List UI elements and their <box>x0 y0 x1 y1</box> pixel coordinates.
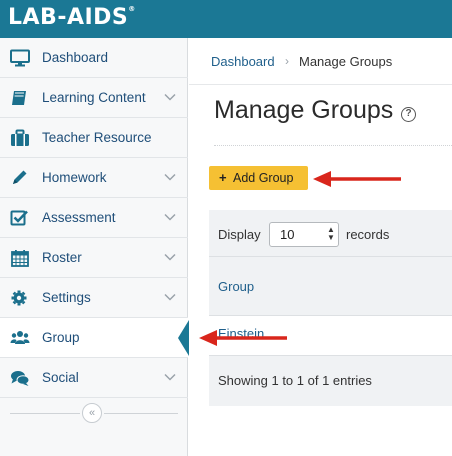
divider <box>214 145 452 146</box>
top-bar: LAB-AIDS® <box>0 0 452 38</box>
sidebar-item-label: Homework <box>42 170 107 185</box>
table-info: Showing 1 to 1 of 1 entries <box>218 373 372 388</box>
divider <box>104 413 178 414</box>
sidebar-item-group[interactable]: Group <box>0 318 188 358</box>
add-group-button[interactable]: + Add Group <box>209 166 308 190</box>
breadcrumb-current: Manage Groups <box>299 54 393 69</box>
sidebar-item-assessment[interactable]: Assessment <box>0 198 188 238</box>
breadcrumb-separator: › <box>285 54 289 68</box>
sidebar-item-label: Roster <box>42 250 82 265</box>
display-label: Display <box>218 227 261 242</box>
chat-icon <box>11 371 30 386</box>
collapse-sidebar-button[interactable]: « <box>82 403 102 423</box>
pencil-icon <box>13 170 27 184</box>
help-icon[interactable]: ? <box>401 107 416 122</box>
sidebar-item-label: Teacher Resource <box>42 130 152 145</box>
sidebar-item-settings[interactable]: Settings <box>0 278 188 318</box>
sidebar-item-learning-content[interactable]: Learning Content <box>0 78 188 118</box>
sidebar-item-teacher-resource[interactable]: Teacher Resource <box>0 118 188 158</box>
annotation-arrow-icon <box>199 330 287 346</box>
sidebar-item-label: Group <box>42 330 80 345</box>
page-length-select[interactable]: 10 ▲ ▼ <box>269 222 339 247</box>
chevron-down-icon <box>164 293 176 301</box>
active-item-indicator <box>178 320 189 356</box>
gear-icon <box>11 290 27 306</box>
sidebar-item-dashboard[interactable]: Dashboard <box>0 38 188 78</box>
sidebar-item-label: Settings <box>42 290 91 305</box>
monitor-icon <box>10 49 30 67</box>
breadcrumb: Dashboard › Manage Groups <box>189 38 452 85</box>
sidebar-item-label: Learning Content <box>42 90 146 105</box>
add-group-label: Add Group <box>233 171 294 185</box>
chevron-down-icon <box>164 93 176 101</box>
sidebar-item-social[interactable]: Social <box>0 358 188 398</box>
divider <box>10 413 80 414</box>
chevron-down-icon <box>164 253 176 261</box>
lab-aids-logo[interactable]: LAB-AIDS® <box>8 5 136 30</box>
annotation-arrow-icon <box>313 171 401 187</box>
sidebar-item-homework[interactable]: Homework <box>0 158 188 198</box>
breadcrumb-dashboard-link[interactable]: Dashboard <box>211 54 275 69</box>
records-label: records <box>346 227 390 242</box>
users-icon <box>10 331 30 344</box>
stepper-arrows-icon: ▲ ▼ <box>327 225 335 242</box>
sidebar-item-label: Dashboard <box>42 50 109 65</box>
plus-icon: + <box>219 170 227 185</box>
page-title: Manage Groups <box>214 96 394 124</box>
sidebar: Dashboard Learning Content Teacher Resou… <box>0 38 188 456</box>
sidebar-item-roster[interactable]: Roster <box>0 238 188 278</box>
chevron-down-icon <box>164 213 176 221</box>
book-icon <box>12 91 26 105</box>
checkbox-icon <box>10 210 28 226</box>
page-length-value: 10 <box>280 227 295 242</box>
chevron-down-icon <box>164 173 176 181</box>
briefcase-icon <box>11 129 29 146</box>
groups-table-panel: Display 10 ▲ ▼ records Group Einstein Sho… <box>209 210 452 406</box>
sidebar-item-label: Assessment <box>42 210 116 225</box>
calendar-icon <box>11 250 29 267</box>
table-header: Group <box>209 256 452 316</box>
chevron-down-icon <box>164 373 176 381</box>
column-header-group[interactable]: Group <box>218 279 254 294</box>
sidebar-item-label: Social <box>42 370 79 385</box>
sidebar-collapse-row: « <box>0 398 188 430</box>
